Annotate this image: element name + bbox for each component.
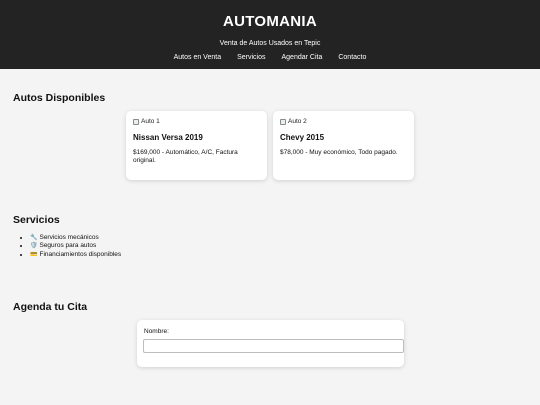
list-item: 🛡️Seguros para autos [30, 242, 121, 250]
shield-icon: 🛡️ [30, 243, 38, 250]
services-list: 🔧Servicios mecánicos 🛡️Seguros para auto… [22, 234, 121, 259]
car-name: Chevy 2015 [280, 133, 325, 142]
car-image-1: Auto 1 [133, 117, 260, 126]
car-description: $169,000 - Automático, A/C, Factura orig… [133, 149, 238, 165]
site-header: AUTOMANIA Venta de Autos Usados en Tepic… [0, 0, 540, 69]
nav-servicios[interactable]: Servicios [237, 54, 265, 61]
car-name: Nissan Versa 2019 [133, 133, 203, 142]
car-image-alt: Auto 2 [288, 118, 307, 125]
credit-card-icon: 💳 [30, 251, 38, 258]
site-subtitle: Venta de Autos Usados en Tepic [219, 40, 321, 47]
nav-contacto[interactable]: Contacto [338, 54, 366, 61]
car-card-1: Auto 1 Nissan Versa 2019 $169,000 - Auto… [126, 111, 267, 180]
name-label: Nombre: [144, 328, 169, 335]
autos-section-title: Autos Disponibles [13, 92, 106, 104]
nav-autos-en-venta[interactable]: Autos en Venta [174, 54, 221, 61]
car-card-2: Auto 2 Chevy 2015 $78,000 - Muy económic… [273, 111, 414, 180]
main-nav: Autos en Venta Servicios Agendar Cita Co… [0, 54, 540, 61]
service-label: Seguros para autos [39, 242, 97, 250]
broken-image-icon [133, 118, 139, 125]
list-item: 💳Financiamientos disponibles [30, 251, 121, 259]
service-label: Servicios mecánicos [39, 234, 99, 241]
service-label: Financiamientos disponibles [39, 250, 122, 258]
cita-section-title: Agenda tu Cita [13, 301, 88, 313]
car-image-alt: Auto 1 [141, 118, 160, 125]
car-description: $78,000 - Muy económico, Todo pagado. [280, 149, 398, 156]
nav-agendar-cita[interactable]: Agendar Cita [282, 54, 323, 61]
site-title: AUTOMANIA [222, 13, 318, 30]
servicios-section-title: Servicios [13, 214, 60, 226]
name-field[interactable] [143, 339, 404, 353]
car-image-2: Auto 2 [280, 117, 407, 126]
broken-image-icon [280, 118, 286, 125]
wrench-icon: 🔧 [30, 235, 38, 241]
appointment-form: Nombre: [137, 320, 404, 367]
